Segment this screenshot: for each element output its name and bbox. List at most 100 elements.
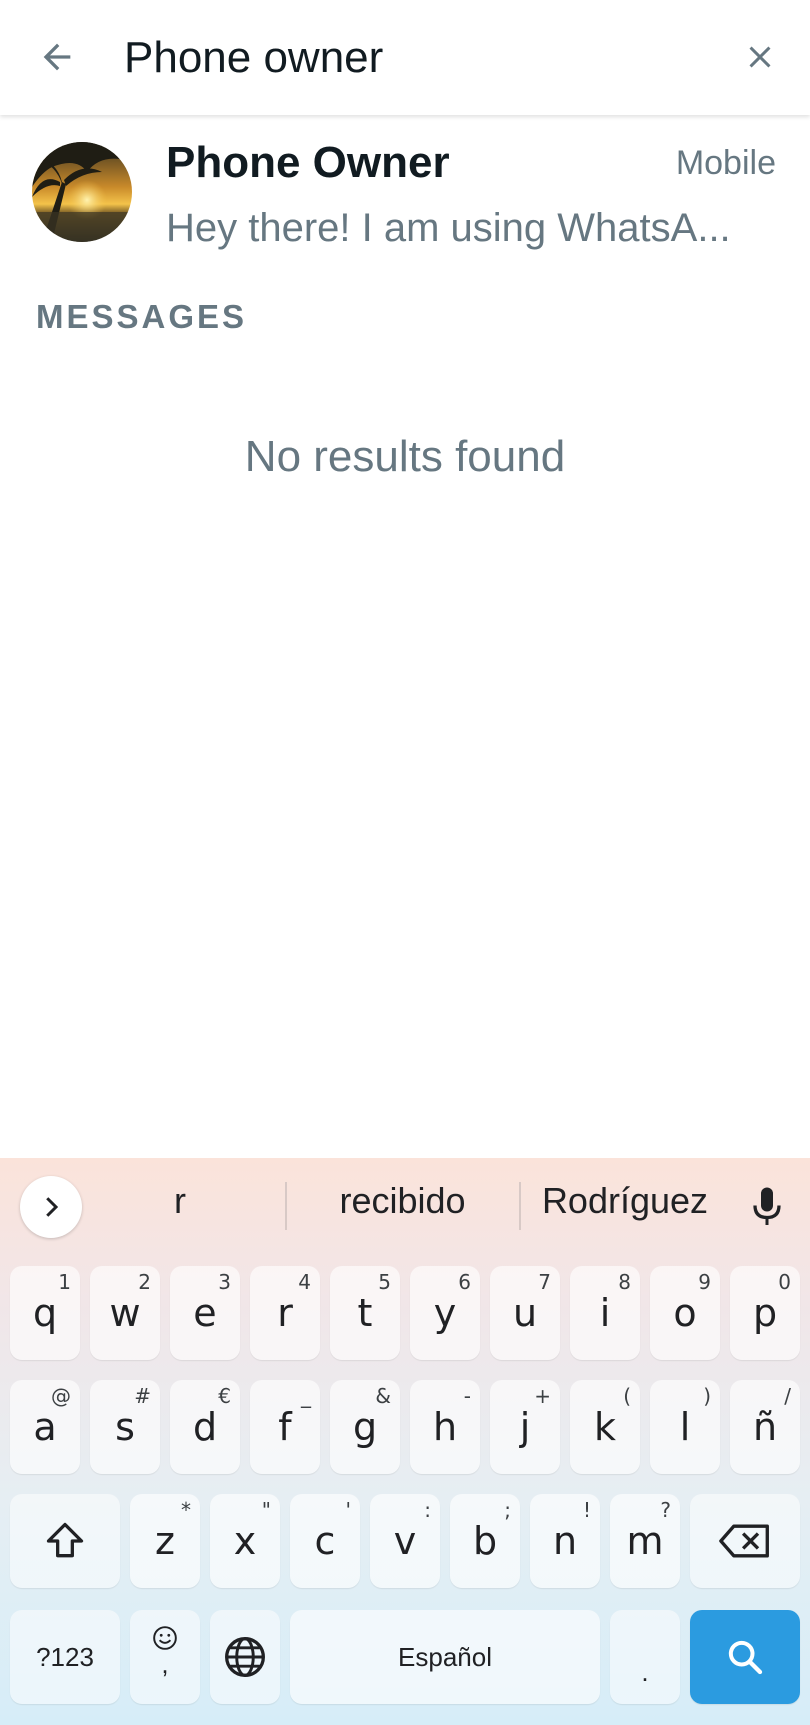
- symbols-key[interactable]: ?123: [10, 1610, 120, 1704]
- key-e[interactable]: e3: [170, 1266, 240, 1360]
- clear-search-button[interactable]: [733, 30, 787, 84]
- key-label: d: [192, 1405, 218, 1449]
- key-h[interactable]: h-: [410, 1380, 480, 1474]
- key-j[interactable]: j +: [490, 1380, 560, 1474]
- key-l[interactable]: l): [650, 1380, 720, 1474]
- search-icon: [728, 1640, 763, 1675]
- contact-type: Mobile: [675, 144, 776, 182]
- key-k[interactable]: k(: [570, 1380, 640, 1474]
- period-key[interactable]: .: [610, 1610, 680, 1704]
- key-label: r: [277, 1291, 293, 1335]
- key-o[interactable]: o9: [650, 1266, 720, 1360]
- microphone-icon: [753, 1187, 781, 1225]
- shift-icon: [46, 1522, 84, 1558]
- contact-avatar: [32, 142, 132, 242]
- key-i[interactable]: i8: [570, 1266, 640, 1360]
- shift-key[interactable]: [10, 1494, 120, 1588]
- keyboard: r recibido Rodríguez q1w2e3r4t5y6u7i8o9p…: [0, 1158, 810, 1725]
- globe-icon: [225, 1637, 265, 1677]
- suggestion-divider: [519, 1182, 521, 1230]
- suggestion-1[interactable]: r: [150, 1180, 210, 1222]
- suggestion-divider: [285, 1182, 287, 1230]
- key-s[interactable]: s #: [90, 1380, 160, 1474]
- key-label: p: [752, 1291, 778, 1335]
- key-m[interactable]: m?: [610, 1494, 680, 1588]
- key-b[interactable]: b;: [450, 1494, 520, 1588]
- key-label: i: [599, 1291, 611, 1335]
- key-a[interactable]: a @: [10, 1380, 80, 1474]
- key-hint: 2: [138, 1270, 151, 1294]
- space-key-label: Español: [398, 1641, 492, 1672]
- key-label: z: [155, 1519, 175, 1563]
- key-hint: _: [301, 1384, 311, 1408]
- key-hint: 5: [378, 1270, 391, 1294]
- key-label: k: [593, 1405, 616, 1449]
- no-results-text: No results found: [244, 432, 566, 481]
- key-hint: :: [424, 1498, 431, 1522]
- key-label: x: [233, 1519, 257, 1563]
- search-action-key[interactable]: [690, 1610, 800, 1704]
- suggestion-3[interactable]: Rodríguez: [535, 1180, 715, 1222]
- key-label: w: [109, 1291, 141, 1335]
- language-key[interactable]: [210, 1610, 280, 1704]
- search-header: [0, 0, 810, 115]
- key-ñ[interactable]: ñ /: [730, 1380, 800, 1474]
- key-hint: (: [623, 1384, 631, 1408]
- key-label: u: [512, 1291, 538, 1335]
- key-hint: 9: [698, 1270, 711, 1294]
- comma-label: ,: [161, 1648, 169, 1679]
- key-hint: !: [582, 1498, 591, 1522]
- emoji-icon: [153, 1625, 177, 1650]
- space-key[interactable]: Español: [290, 1610, 600, 1704]
- key-hint: ?: [660, 1498, 671, 1522]
- key-hint: €: [218, 1384, 231, 1408]
- key-z[interactable]: z *: [130, 1494, 200, 1588]
- key-r[interactable]: r4: [250, 1266, 320, 1360]
- key-hint: ;: [504, 1498, 511, 1522]
- key-g[interactable]: g &: [330, 1380, 400, 1474]
- key-label: a: [33, 1405, 57, 1449]
- key-label: q: [32, 1291, 58, 1335]
- key-y[interactable]: y6: [410, 1266, 480, 1360]
- key-d[interactable]: d €: [170, 1380, 240, 1474]
- key-hint: ): [703, 1384, 711, 1408]
- suggestion-2[interactable]: recibido: [310, 1180, 495, 1222]
- search-input[interactable]: [124, 28, 724, 88]
- key-label: e: [193, 1291, 217, 1335]
- comma-emoji-key[interactable]: ,: [130, 1610, 200, 1704]
- key-hint: @: [51, 1384, 71, 1408]
- key-f[interactable]: f _: [250, 1380, 320, 1474]
- key-hint: 3: [218, 1270, 231, 1294]
- key-hint: /: [784, 1384, 791, 1408]
- key-w[interactable]: w2: [90, 1266, 160, 1360]
- period-label: .: [641, 1656, 649, 1687]
- key-label: s: [115, 1405, 135, 1449]
- key-x[interactable]: x ": [210, 1494, 280, 1588]
- key-label: o: [673, 1291, 697, 1335]
- back-button[interactable]: [30, 30, 84, 84]
- contact-name: Phone Owner: [166, 138, 450, 187]
- key-q[interactable]: q1: [10, 1266, 80, 1360]
- key-p[interactable]: p0: [730, 1266, 800, 1360]
- backspace-key[interactable]: [690, 1494, 800, 1588]
- key-label: b: [472, 1519, 498, 1563]
- key-label: f: [278, 1405, 292, 1449]
- voice-input-button[interactable]: [742, 1180, 792, 1234]
- key-label: g: [352, 1405, 378, 1449]
- key-label: l: [679, 1405, 691, 1449]
- contact-result-row[interactable]: Phone Owner Mobile Hey there! I am using…: [0, 128, 810, 263]
- key-n[interactable]: n!: [530, 1494, 600, 1588]
- key-c[interactable]: c ': [290, 1494, 360, 1588]
- key-t[interactable]: t5: [330, 1266, 400, 1360]
- key-hint: ": [261, 1498, 271, 1522]
- close-icon: [749, 46, 771, 68]
- key-v[interactable]: v:: [370, 1494, 440, 1588]
- contact-status: Hey there! I am using WhatsA...: [166, 206, 731, 250]
- key-label: t: [357, 1291, 373, 1335]
- expand-toolbar-button[interactable]: [20, 1176, 82, 1238]
- key-hint: #: [134, 1384, 151, 1408]
- key-hint: 1: [58, 1270, 71, 1294]
- key-hint: &: [375, 1384, 391, 1408]
- key-u[interactable]: u7: [490, 1266, 560, 1360]
- key-hint: 7: [538, 1270, 551, 1294]
